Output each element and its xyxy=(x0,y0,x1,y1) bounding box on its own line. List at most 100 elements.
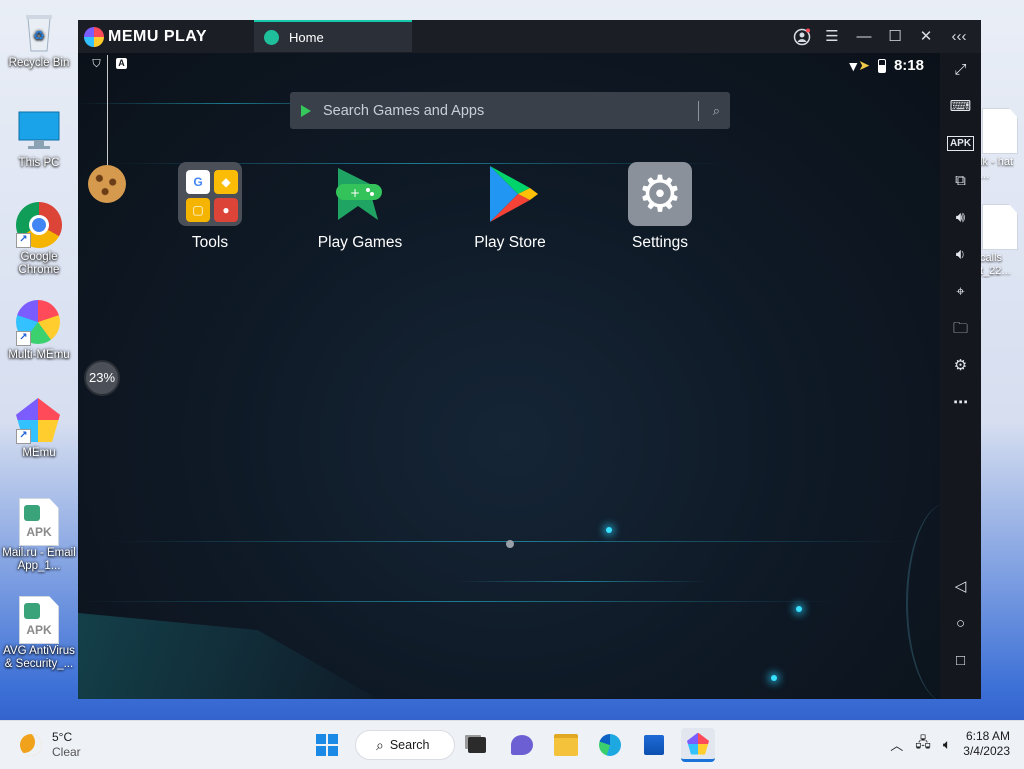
teams-chat-button[interactable] xyxy=(505,728,539,762)
multi-instance-button[interactable]: ⧉ xyxy=(940,168,981,194)
desktop-icon-chrome[interactable]: ↗ Google Chrome xyxy=(1,202,77,277)
android-screen[interactable]: ⛉ A ▼ ➤ 8:18 23% Search Games and Apps ⌕… xyxy=(78,53,940,699)
memu-taskbar-button[interactable] xyxy=(681,728,715,762)
background-glow-line xyxy=(458,581,708,582)
tools-folder-icon: G ◆ ▢ ● xyxy=(178,162,242,226)
start-button[interactable] xyxy=(310,728,344,762)
shortcut-arrow-icon: ↗ xyxy=(16,233,31,248)
cookie-button[interactable] xyxy=(88,165,126,203)
memu-window: MEMU PLAY Home ☰ — ☐ ✕ ‹‹‹ ⛉ A ▼ ➤ 8:18 … xyxy=(78,20,981,699)
file-explorer-button[interactable] xyxy=(549,728,583,762)
account-icon xyxy=(793,28,811,46)
store-button[interactable] xyxy=(637,728,671,762)
desktop-icon-partial-1[interactable]: lk - hat ... xyxy=(980,108,1024,182)
account-button[interactable] xyxy=(791,26,813,48)
background-panel xyxy=(78,613,378,699)
performance-badge[interactable]: 23% xyxy=(84,360,120,396)
windows-logo-icon xyxy=(316,734,338,756)
app-play-store[interactable]: Play Store xyxy=(455,162,565,252)
background-glow-line xyxy=(78,601,838,602)
search-bar[interactable]: Search Games and Apps ⌕ xyxy=(290,92,730,129)
desktop-icon-partial-2[interactable]: calls t_22... xyxy=(980,204,1024,278)
memu-icon: ↗ xyxy=(16,398,62,444)
edge-button[interactable] xyxy=(593,728,627,762)
task-view-button[interactable] xyxy=(460,728,494,762)
battery-icon xyxy=(877,58,886,73)
apk-icon: APK xyxy=(946,136,975,151)
taskbar-search-button[interactable]: ⌕ Search xyxy=(355,730,455,760)
android-home-button[interactable]: ○ xyxy=(940,611,981,637)
desktop-icon-memu[interactable]: ↗ MEmu xyxy=(1,398,77,460)
desktop-icon-label: calls t_22... xyxy=(980,252,1011,277)
multi-window-icon: ⧉ xyxy=(955,172,966,189)
memu-icon xyxy=(687,732,709,755)
volume-up-button[interactable]: 🔊︎ xyxy=(940,205,981,231)
volume-down-icon: 🔉︎ xyxy=(955,246,966,263)
location-pin-icon: ⌖ xyxy=(956,283,965,300)
network-icon[interactable]: 🖧 xyxy=(915,732,931,756)
desktop-icon-recycle-bin[interactable]: ♻ Recycle Bin xyxy=(1,8,77,70)
svg-text:+: + xyxy=(350,186,360,200)
maximize-button[interactable]: ☐ xyxy=(884,26,906,48)
minimize-button[interactable]: — xyxy=(853,26,875,48)
shortcut-arrow-icon: ↗ xyxy=(16,429,31,444)
play-store-search-icon xyxy=(301,104,311,117)
app-label: Play Store xyxy=(474,234,546,251)
menu-button[interactable]: ☰ xyxy=(821,26,843,48)
search-icon[interactable]: ⌕ xyxy=(713,103,720,119)
hamburger-icon: ☰ xyxy=(825,28,839,45)
status-bar: ▼ ➤ 8:18 xyxy=(846,57,924,74)
desktop-icon-this-pc[interactable]: This PC xyxy=(1,108,77,170)
search-icon: ⌕ xyxy=(376,736,384,753)
moon-icon xyxy=(20,734,42,756)
shared-folder-button[interactable]: 🗀 xyxy=(940,316,981,342)
close-icon: ✕ xyxy=(919,28,933,45)
desktop-icon-multi-memu[interactable]: ↗ Multi-MEmu xyxy=(1,300,77,362)
close-button[interactable]: ✕ xyxy=(915,26,937,48)
weather-widget[interactable]: 5°C Clear xyxy=(20,730,81,760)
svg-text:♻: ♻ xyxy=(33,29,45,44)
volume-up-icon: 🔊︎ xyxy=(955,209,966,226)
store-bag-icon xyxy=(644,735,664,755)
app-settings[interactable]: ⚙ Settings xyxy=(605,162,715,252)
tab-home[interactable]: Home xyxy=(254,20,412,52)
page-indicator-dot[interactable] xyxy=(506,540,514,548)
keyboard-button[interactable]: ⌨ xyxy=(940,94,981,120)
system-tray: ︿ 🖧 🔈︎ 6:18 AM 3/4/2023 xyxy=(890,729,1010,759)
search-input[interactable]: Search Games and Apps xyxy=(323,103,698,119)
task-view-icon xyxy=(468,737,486,753)
background-glow-dot xyxy=(796,606,802,612)
clock[interactable]: 6:18 AM 3/4/2023 xyxy=(963,729,1010,759)
title-bar[interactable]: MEMU PLAY Home ☰ — ☐ ✕ ‹‹‹ xyxy=(78,20,981,53)
location-button[interactable]: ⌖ xyxy=(940,279,981,305)
cookie-string xyxy=(107,55,108,165)
app-play-games[interactable]: + Play Games xyxy=(305,162,415,252)
fullscreen-icon: ⤢ xyxy=(954,61,967,78)
home-circle-icon: ○ xyxy=(955,615,966,632)
android-back-button[interactable]: ◁ xyxy=(940,574,981,600)
recents-square-icon: □ xyxy=(955,652,966,669)
speaker-icon[interactable]: 🔈︎ xyxy=(943,736,951,753)
settings-gear-icon: ⚙ xyxy=(628,162,692,226)
folder-icon: 🗀 xyxy=(952,320,968,337)
chevron-up-icon[interactable]: ︿ xyxy=(890,735,903,754)
gear-icon: ⚙ xyxy=(953,357,968,374)
volume-down-button[interactable]: 🔉︎ xyxy=(940,242,981,268)
taskbar-search-label: Search xyxy=(389,738,430,752)
app-tools[interactable]: G ◆ ▢ ● Tools xyxy=(155,162,265,252)
desktop-icon-mailru-apk[interactable]: APK Mail.ru - Email App_1... xyxy=(1,498,77,573)
memu-logo-icon xyxy=(84,27,104,47)
status-time: 8:18 xyxy=(893,57,924,74)
multi-memu-icon: ↗ xyxy=(16,300,62,346)
home-tab-icon xyxy=(264,29,279,45)
install-apk-button[interactable]: APK xyxy=(940,131,981,157)
desktop-icon-label: Recycle Bin xyxy=(8,57,70,69)
folder-icon xyxy=(554,734,578,756)
desktop-icon-avg-apk[interactable]: APK AVG AntiVirus & Security_... xyxy=(1,596,77,671)
android-recents-button[interactable]: □ xyxy=(940,648,981,674)
collapse-sidebar-button[interactable]: ‹‹‹ xyxy=(948,26,970,48)
settings-button[interactable]: ⚙ xyxy=(940,353,981,379)
app-label: Tools xyxy=(191,234,229,251)
more-button[interactable]: ⋯ xyxy=(940,390,981,416)
fullscreen-button[interactable]: ⤢ xyxy=(940,57,981,83)
